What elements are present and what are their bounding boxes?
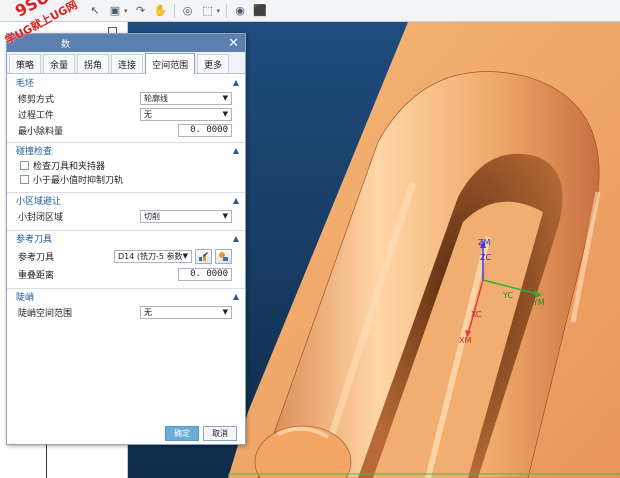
- axis-label-ym: YM: [533, 298, 545, 307]
- select-box-icon[interactable]: ⬚: [201, 4, 215, 18]
- steep-range-row: 陡峭空间范围 无 ▼: [7, 304, 245, 320]
- trim-method-select[interactable]: 轮廓线 ▼: [140, 91, 232, 105]
- axis-label-xc: XC: [471, 310, 482, 319]
- select-value: 无: [144, 307, 152, 317]
- chevron-down-icon: ▼: [222, 94, 228, 102]
- overlap-label: 重叠距离: [18, 270, 55, 281]
- steep-range-select[interactable]: 无 ▼: [140, 305, 232, 319]
- axis-label-yc: YC: [503, 291, 514, 300]
- suppress-path-row[interactable]: 小于最小值时抑制刀轨: [7, 172, 245, 186]
- view-icon[interactable]: ◉: [233, 4, 247, 18]
- collapse-icon[interactable]: ▲: [233, 196, 239, 205]
- small-closed-label: 小封闭区域: [18, 212, 64, 223]
- check-holder-row[interactable]: 检查刀具和夹持器: [7, 158, 245, 172]
- select-value: D14 (铣刀-5 参数: [118, 251, 183, 261]
- trim-method-label: 修剪方式: [18, 94, 55, 105]
- cube-icon[interactable]: ⬛: [253, 4, 267, 18]
- axis-label-xm: XM: [459, 336, 472, 345]
- section-title: 参考刀具: [16, 235, 53, 245]
- section-ref-tool-header[interactable]: 参考刀具 ▲: [7, 230, 245, 246]
- close-icon[interactable]: ✕: [228, 37, 239, 50]
- select-value: 无: [144, 109, 152, 119]
- check-holder-label: 检查刀具和夹持器: [33, 161, 106, 172]
- section-small-area-header[interactable]: 小区域避让 ▲: [7, 192, 245, 208]
- axis-label-zc: ZC: [480, 253, 492, 262]
- ref-tool-select[interactable]: D14 (铣刀-5 参数 ▼: [114, 249, 192, 263]
- collapse-icon[interactable]: ▲: [233, 78, 239, 87]
- section-steep-header[interactable]: 陡峭 ▲: [7, 288, 245, 304]
- overlap-input[interactable]: 0. 0000: [178, 267, 232, 281]
- collapse-icon[interactable]: ▲: [233, 234, 239, 243]
- small-closed-select[interactable]: 切削 ▼: [140, 209, 232, 223]
- edit-tool-icon[interactable]: [195, 248, 212, 264]
- toolbar-separator: [173, 3, 175, 18]
- steep-range-label: 陡峭空间范围: [18, 308, 73, 319]
- section-collision-header[interactable]: 碰撞检查 ▲: [7, 142, 245, 158]
- section-title: 毛坯: [16, 78, 35, 89]
- tree-line: [46, 442, 47, 478]
- snap-icon[interactable]: ▣: [108, 4, 122, 18]
- small-closed-row: 小封闭区域 切削 ▼: [7, 208, 245, 224]
- select-value: 轮廓线: [144, 93, 168, 103]
- collapse-icon[interactable]: ▲: [233, 146, 239, 155]
- chevron-down-icon: ▼: [222, 308, 228, 316]
- rotate-icon[interactable]: ↷: [134, 4, 148, 18]
- min-removal-row: 最小除料量 0. 0000: [7, 122, 245, 138]
- pan-icon[interactable]: ✋: [154, 4, 168, 18]
- section-blank-header[interactable]: 毛坯 ▲: [7, 74, 245, 90]
- ref-tool-label: 参考刀具: [18, 252, 55, 263]
- ipw-label: 过程工件: [18, 110, 55, 121]
- chevron-down-icon[interactable]: ▾: [124, 7, 128, 15]
- trim-method-row: 修剪方式 轮廓线 ▼: [7, 90, 245, 106]
- suppress-path-checkbox[interactable]: [20, 174, 29, 184]
- ipw-row: 过程工件 无 ▼: [7, 106, 245, 122]
- toolbar-separator: [226, 3, 228, 18]
- collapse-icon[interactable]: ▲: [233, 292, 239, 301]
- suppress-path-label: 小于最小值时抑制刀轨: [33, 175, 124, 186]
- axis-label-zm: ZM: [478, 238, 491, 247]
- chevron-down-icon: ▼: [222, 212, 228, 220]
- chevron-down-icon: ▼: [182, 252, 188, 260]
- tab-more[interactable]: 更多: [197, 54, 230, 73]
- section-title: 陡峭: [16, 293, 35, 303]
- target-icon[interactable]: ◎: [181, 4, 195, 18]
- min-removal-input[interactable]: 0. 0000: [178, 123, 232, 137]
- chevron-down-icon: ▼: [222, 110, 228, 118]
- tab-containment[interactable]: 空间范围: [145, 53, 196, 74]
- overlap-row: 重叠距离 0. 0000: [7, 266, 245, 282]
- dialog-body: 毛坯 ▲ 修剪方式 轮廓线 ▼ 过程工件 无 ▼ 最小除料量 0. 0000 碰…: [7, 74, 245, 424]
- cut-parameters-dialog: 数 ✕ 策略 余量 拐角 连接 空间范围 更多 毛坯 ▲ 修剪方式 轮廓线 ▼ …: [6, 33, 246, 445]
- section-title: 碰撞检查: [16, 147, 53, 157]
- min-removal-label: 最小除料量: [18, 126, 64, 137]
- select-value: 切削: [144, 211, 160, 221]
- ref-tool-row: 参考刀具 D14 (铣刀-5 参数 ▼: [7, 246, 245, 266]
- check-holder-checkbox[interactable]: [20, 160, 29, 170]
- new-tool-icon[interactable]: [215, 248, 232, 264]
- dialog-footer: 确定 取消: [7, 422, 245, 444]
- ipw-select[interactable]: 无 ▼: [140, 107, 232, 121]
- cancel-button[interactable]: 取消: [203, 425, 237, 441]
- section-title: 小区域避让: [16, 197, 62, 207]
- chevron-down-icon[interactable]: ▾: [217, 7, 221, 15]
- ok-button[interactable]: 确定: [165, 425, 199, 441]
- main-toolbar: ↖ ▣ ▾ ↷ ✋ ◎ ⬚ ▾ ◉ ⬛: [0, 0, 620, 22]
- site-watermark-logo: 9SUG 学UG就上UG网: [0, 0, 92, 60]
- tab-connections[interactable]: 连接: [111, 54, 144, 73]
